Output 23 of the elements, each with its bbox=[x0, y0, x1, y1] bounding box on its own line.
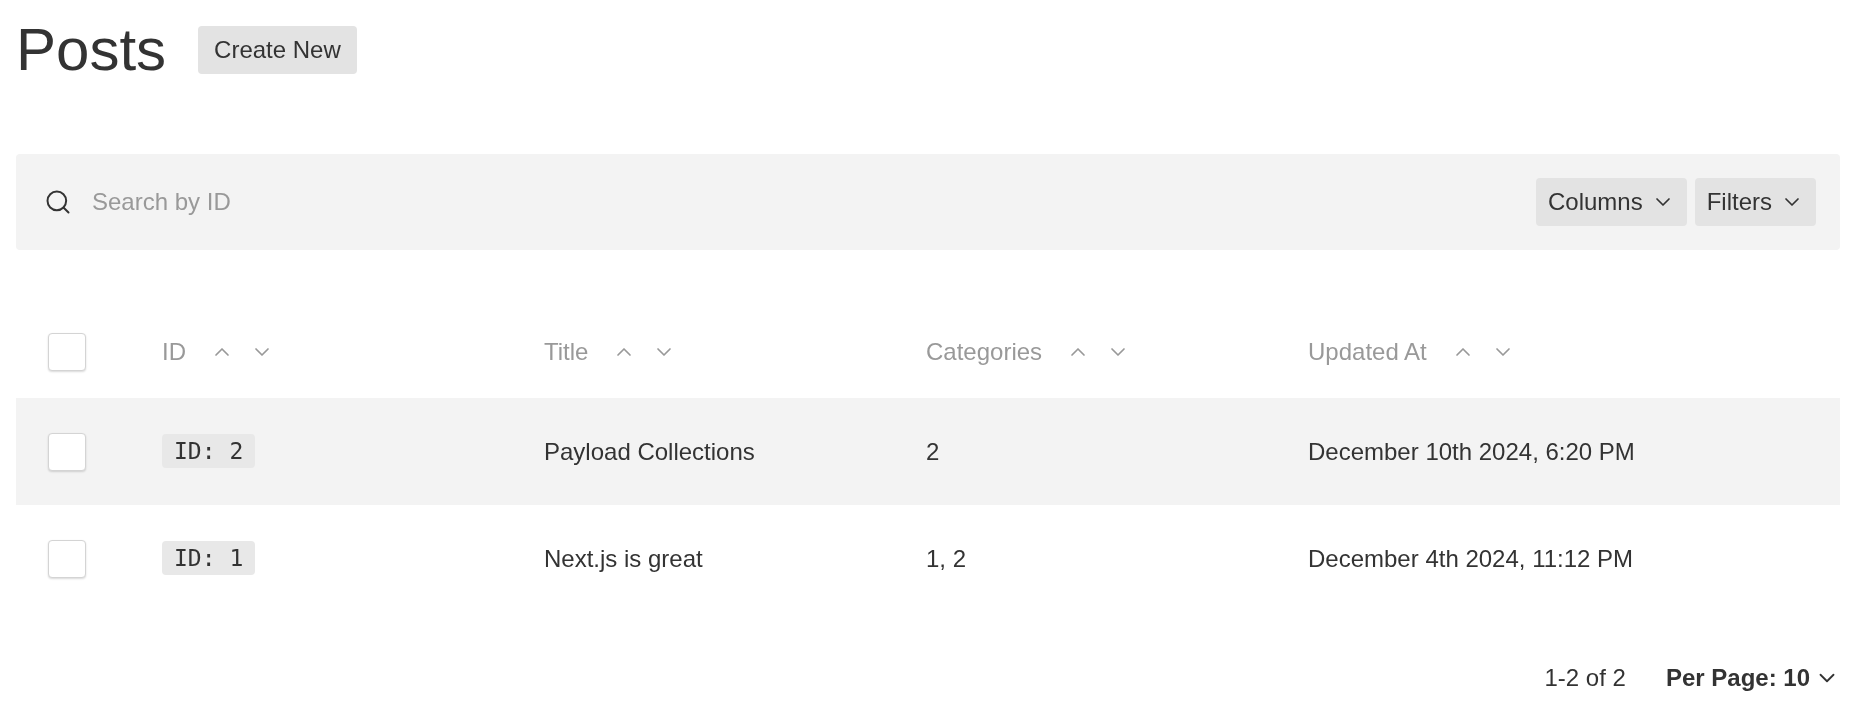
table-cell-text: Payload Collections bbox=[544, 436, 756, 467]
table-cell-text: December 10th 2024, 6:20 PM bbox=[1308, 436, 1636, 467]
page-title: Posts bbox=[16, 20, 167, 80]
column-header: Title bbox=[544, 337, 589, 367]
search-icon bbox=[44, 188, 72, 216]
column-header: Categories bbox=[926, 337, 1043, 367]
table-cell-text: 1, 2 bbox=[926, 543, 968, 574]
search-field[interactable]: Search by ID Columns Filters bbox=[16, 154, 1840, 250]
table-cell-text: 2 bbox=[926, 436, 941, 467]
column-header: ID bbox=[162, 337, 186, 367]
checkbox[interactable] bbox=[48, 432, 86, 471]
toolbar-dropdown-button[interactable]: Filters bbox=[1694, 178, 1816, 226]
create-new-button[interactable]: Create New bbox=[198, 26, 357, 74]
per-page-dropdown[interactable]: Per Page: 10 bbox=[1665, 660, 1840, 696]
table-cell-text: December 4th 2024, 11:12 PM bbox=[1308, 543, 1635, 574]
pagination-range: 1-2 of 2 bbox=[1544, 663, 1626, 693]
column-header: Updated At bbox=[1308, 337, 1427, 367]
toolbar-dropdown-button[interactable]: Columns bbox=[1535, 178, 1687, 226]
table-cell-text: Next.js is great bbox=[544, 543, 704, 574]
id-badge: ID: 2 bbox=[162, 434, 256, 469]
checkbox[interactable] bbox=[48, 539, 86, 578]
checkbox[interactable] bbox=[48, 333, 86, 371]
id-badge: ID: 1 bbox=[162, 541, 256, 576]
